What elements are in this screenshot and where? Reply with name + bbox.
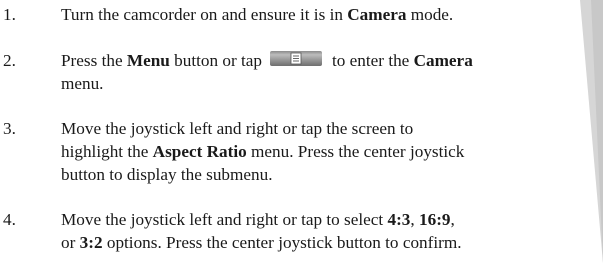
- text-run: options. Press the center joystick butto…: [102, 233, 462, 252]
- text-run: to enter the: [332, 51, 414, 70]
- option-value: 16:9: [419, 210, 451, 229]
- text-line: button to display the submenu.: [61, 165, 273, 184]
- step-text: Press the Menu button or tap to enter the…: [61, 49, 601, 95]
- step-number: 4.: [3, 210, 16, 229]
- text-run: ,: [450, 210, 455, 229]
- text-run: button or tap: [169, 51, 262, 70]
- button-name: Menu: [126, 51, 170, 70]
- step-number: 3.: [3, 119, 16, 138]
- text-run: menu. Press the center joystick: [246, 142, 465, 161]
- option-value: 3:2: [79, 233, 103, 252]
- mode-name: Camera: [413, 51, 473, 70]
- text-line: Move the joystick left and right or tap …: [61, 119, 414, 138]
- menu-icon: [270, 51, 322, 66]
- text-run: Turn the camcorder on and ensure it is i…: [61, 5, 348, 24]
- step-number: 1.: [3, 5, 16, 24]
- step-text: Move the joystick left and right or tap …: [61, 208, 601, 254]
- text-run: ,: [410, 210, 419, 229]
- menu-name: Aspect Ratio: [152, 142, 247, 161]
- text-run: mode.: [406, 5, 454, 24]
- text-run: highlight the: [61, 142, 153, 161]
- text-run: or: [61, 233, 80, 252]
- option-value: 4:3: [387, 210, 411, 229]
- text-run: Press the: [61, 51, 127, 70]
- mode-name: Camera: [347, 5, 407, 24]
- text-run: Move the joystick left and right or tap …: [61, 210, 388, 229]
- step-number: 2.: [3, 51, 16, 70]
- step-text: Turn the camcorder on and ensure it is i…: [61, 3, 601, 26]
- text-line: menu.: [61, 74, 104, 93]
- step-text: Move the joystick left and right or tap …: [61, 117, 601, 186]
